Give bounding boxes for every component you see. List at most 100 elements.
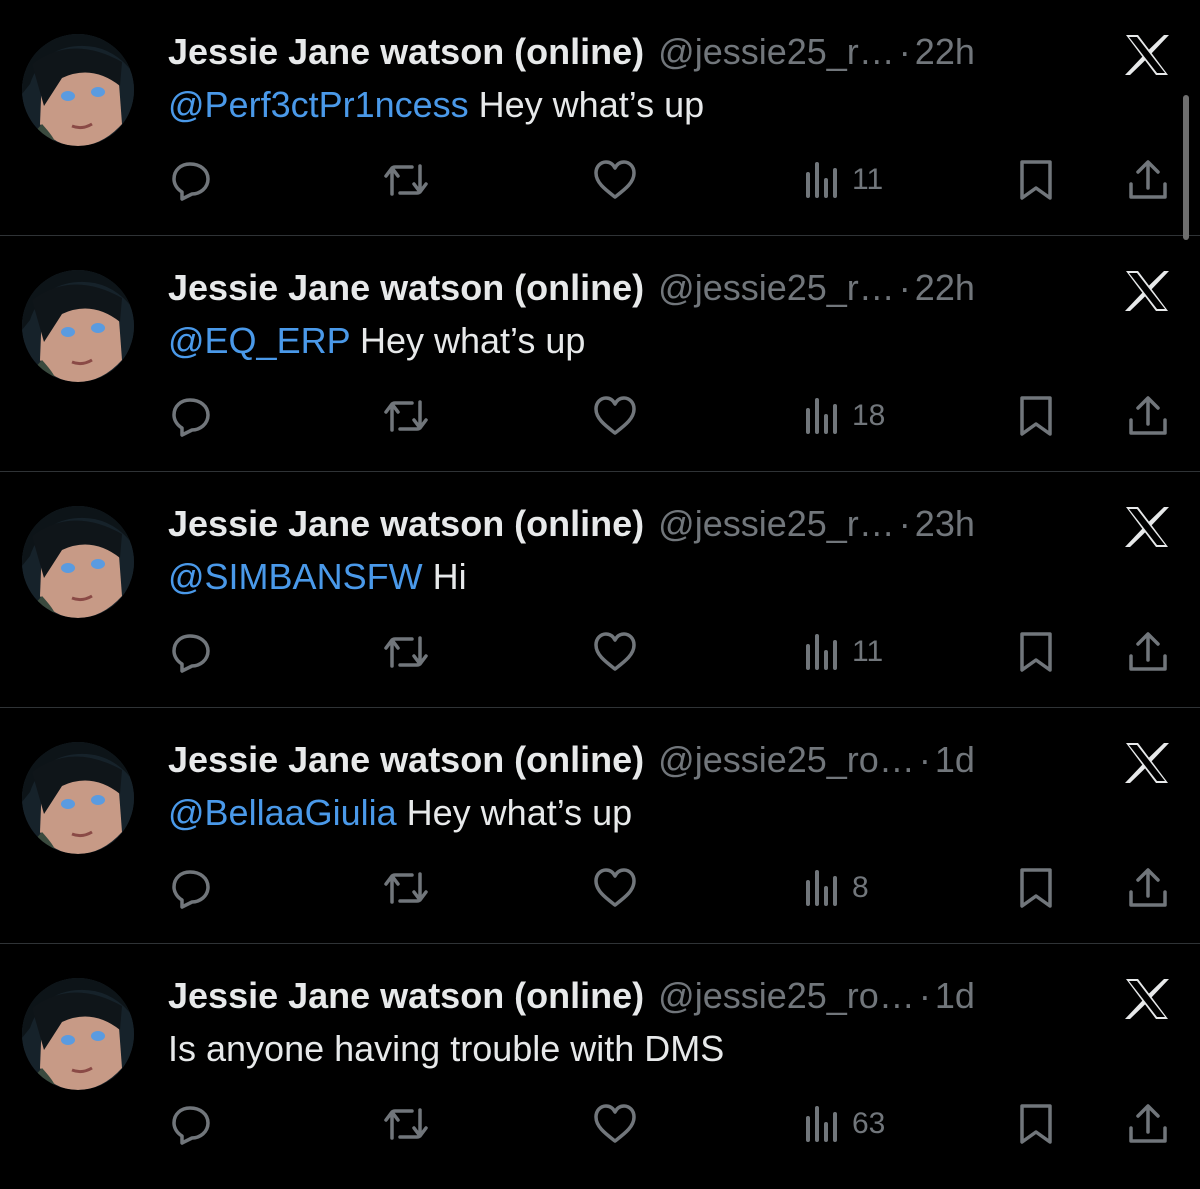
user-handle[interactable]: @jessie25_r… [658, 267, 895, 309]
timestamp[interactable]: 1d [935, 975, 975, 1017]
scrollbar[interactable] [1183, 95, 1189, 240]
action-bar: 63 [0, 1094, 1200, 1154]
x-logo-icon [1124, 506, 1170, 548]
reply-icon[interactable] [170, 1094, 214, 1154]
views-icon [806, 634, 837, 670]
avatar[interactable] [22, 506, 134, 618]
retweet-icon[interactable] [382, 150, 430, 210]
views-icon [806, 1106, 837, 1142]
display-name[interactable]: Jessie Jane watson (online) [168, 739, 644, 781]
view-count: 11 [852, 163, 884, 196]
avatar-image [22, 978, 134, 1090]
reply-icon[interactable] [170, 386, 214, 446]
action-bar: 8 [0, 858, 1200, 918]
tweet-header: Jessie Jane watson (online) @jessie25_r…… [168, 266, 975, 310]
like-icon[interactable] [592, 1094, 638, 1154]
bookmark-icon[interactable] [1016, 1094, 1056, 1154]
display-name[interactable]: Jessie Jane watson (online) [168, 31, 644, 73]
view-count: 8 [852, 871, 869, 904]
views-button[interactable]: 18 [804, 386, 885, 446]
action-bar: 11 [0, 150, 1200, 210]
x-logo-icon [1124, 742, 1170, 784]
x-logo-icon [1124, 978, 1170, 1020]
tweet[interactable]: Jessie Jane watson (online) @jessie25_ro… [0, 944, 1200, 1180]
reply-icon[interactable] [170, 150, 214, 210]
tweet-body-text: Hey what’s up [396, 792, 633, 833]
tweet-body-text: Is anyone having trouble with DMS [168, 1028, 725, 1069]
bookmark-icon[interactable] [1016, 150, 1056, 210]
tweet-header: Jessie Jane watson (online) @jessie25_ro… [168, 738, 975, 782]
retweet-icon[interactable] [382, 1094, 430, 1154]
like-icon[interactable] [592, 858, 638, 918]
tweet[interactable]: Jessie Jane watson (online) @jessie25_r…… [0, 0, 1200, 236]
tweet-header: Jessie Jane watson (online) @jessie25_ro… [168, 974, 975, 1018]
separator-dot: · [898, 267, 911, 308]
tweet-text: @BellaaGiulia Hey what’s up [168, 792, 632, 834]
share-icon[interactable] [1126, 150, 1170, 210]
reply-icon[interactable] [170, 622, 214, 682]
user-handle[interactable]: @jessie25_ro… [658, 739, 915, 781]
views-button[interactable]: 8 [804, 858, 869, 918]
view-count: 18 [852, 399, 886, 432]
separator-dot: · [898, 31, 911, 72]
views-button[interactable]: 11 [804, 150, 883, 210]
retweet-icon[interactable] [382, 858, 430, 918]
avatar[interactable] [22, 742, 134, 854]
user-handle[interactable]: @jessie25_r… [658, 31, 895, 73]
tweet[interactable]: Jessie Jane watson (online) @jessie25_r…… [0, 236, 1200, 472]
avatar[interactable] [22, 34, 134, 146]
avatar[interactable] [22, 978, 134, 1090]
display-name[interactable]: Jessie Jane watson (online) [168, 975, 644, 1017]
avatar-image [22, 742, 134, 854]
timestamp[interactable]: 22h [915, 31, 975, 73]
tweet-text: @Perf3ctPr1ncess Hey what’s up [168, 84, 704, 126]
avatar-image [22, 270, 134, 382]
user-handle[interactable]: @jessie25_r… [658, 503, 895, 545]
tweet-body-text: Hey what’s up [468, 84, 705, 125]
timeline-feed: Jessie Jane watson (online) @jessie25_r…… [0, 0, 1200, 1180]
tweet[interactable]: Jessie Jane watson (online) @jessie25_r…… [0, 472, 1200, 708]
views-icon [806, 398, 837, 434]
separator-dot: · [918, 739, 931, 780]
views-button[interactable]: 11 [804, 622, 883, 682]
share-icon[interactable] [1126, 858, 1170, 918]
tweet-body-text: Hi [422, 556, 467, 597]
like-icon[interactable] [592, 150, 638, 210]
avatar-image [22, 506, 134, 618]
avatar-image [22, 34, 134, 146]
display-name[interactable]: Jessie Jane watson (online) [168, 503, 644, 545]
tweet-body-text: Hey what’s up [349, 320, 586, 361]
mention-link[interactable]: @SIMBANSFW [168, 556, 423, 597]
view-count: 63 [852, 1107, 886, 1140]
bookmark-icon[interactable] [1016, 622, 1056, 682]
timestamp[interactable]: 1d [935, 739, 975, 781]
tweet[interactable]: Jessie Jane watson (online) @jessie25_ro… [0, 708, 1200, 944]
share-icon[interactable] [1126, 622, 1170, 682]
x-logo-icon [1124, 34, 1170, 76]
separator-dot: · [918, 975, 931, 1016]
mention-link[interactable]: @BellaaGiulia [168, 792, 397, 833]
action-bar: 11 [0, 622, 1200, 682]
like-icon[interactable] [592, 386, 638, 446]
retweet-icon[interactable] [382, 386, 430, 446]
mention-link[interactable]: @EQ_ERP [168, 320, 350, 361]
tweet-text: @SIMBANSFW Hi [168, 556, 467, 598]
share-icon[interactable] [1126, 386, 1170, 446]
reply-icon[interactable] [170, 858, 214, 918]
avatar[interactable] [22, 270, 134, 382]
like-icon[interactable] [592, 622, 638, 682]
display-name[interactable]: Jessie Jane watson (online) [168, 267, 644, 309]
timestamp[interactable]: 22h [915, 267, 975, 309]
mention-link[interactable]: @Perf3ctPr1ncess [168, 84, 469, 125]
x-logo-icon [1124, 270, 1170, 312]
view-count: 11 [852, 635, 884, 668]
bookmark-icon[interactable] [1016, 386, 1056, 446]
user-handle[interactable]: @jessie25_ro… [658, 975, 915, 1017]
bookmark-icon[interactable] [1016, 858, 1056, 918]
retweet-icon[interactable] [382, 622, 430, 682]
share-icon[interactable] [1126, 1094, 1170, 1154]
tweet-text: Is anyone having trouble with DMS [168, 1028, 724, 1070]
views-button[interactable]: 63 [804, 1094, 885, 1154]
timestamp[interactable]: 23h [915, 503, 975, 545]
views-icon [806, 870, 837, 906]
